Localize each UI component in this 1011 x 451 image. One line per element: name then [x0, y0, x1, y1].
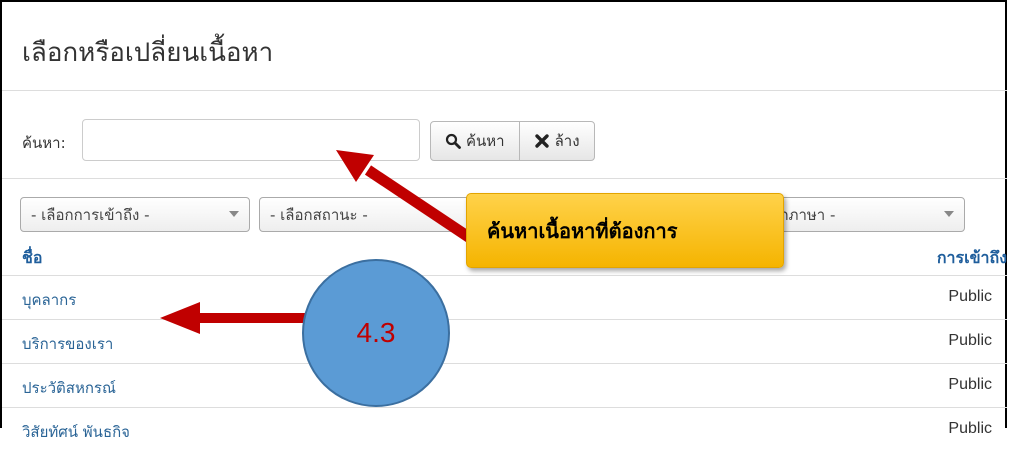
content-table: บุคลากร Public บริการของเรา Public ประวั…: [2, 275, 1007, 451]
article-link[interactable]: บริการของเรา: [22, 332, 113, 356]
search-button-label: ค้นหา: [466, 132, 505, 150]
access-value: Public: [948, 376, 992, 393]
close-icon: [534, 133, 550, 149]
search-icon: [445, 133, 461, 149]
step-number-label: 4.3: [356, 317, 396, 348]
status-filter-value: - เลือกสถานะ -: [270, 205, 368, 224]
status-filter-select[interactable]: - เลือกสถานะ -: [259, 197, 489, 232]
access-value: Public: [948, 288, 992, 305]
page-title: เลือกหรือเปลี่ยนเนื้อหา: [22, 38, 274, 68]
clear-button-label: ล้าง: [554, 132, 580, 150]
article-link[interactable]: ประวัติสหกรณ์: [22, 376, 116, 400]
table-row: บริการของเรา Public: [2, 319, 1007, 363]
title-divider: [2, 90, 1007, 91]
search-label: ค้นหา:: [22, 134, 66, 152]
article-link[interactable]: วิสัยทัศน์ พันธกิจ: [22, 420, 130, 444]
table-row: บุคลากร Public: [2, 275, 1007, 319]
chevron-down-icon: [944, 211, 954, 217]
column-header-access[interactable]: การเข้าถึง: [937, 246, 1007, 271]
access-filter-select[interactable]: - เลือกการเข้าถึง -: [20, 197, 250, 232]
callout-search-hint: ค้นหาเนื้อหาที่ต้องการ: [466, 193, 784, 268]
search-button[interactable]: ค้นหา: [431, 122, 519, 160]
article-link[interactable]: บุคลากร: [22, 288, 76, 312]
search-input[interactable]: [82, 119, 420, 161]
filter-divider: [2, 178, 1007, 179]
access-value: Public: [948, 332, 992, 349]
search-button-group: ค้นหา ล้าง: [430, 121, 595, 161]
callout-text: ค้นหาเนื้อหาที่ต้องการ: [487, 218, 678, 243]
chevron-down-icon: [229, 211, 239, 217]
access-filter-value: - เลือกการเข้าถึง -: [31, 205, 150, 224]
column-header-name[interactable]: ชื่อ: [22, 246, 42, 271]
table-row: วิสัยทัศน์ พันธกิจ Public: [2, 407, 1007, 451]
table-row: ประวัติสหกรณ์ Public: [2, 363, 1007, 407]
step-number-badge: 4.3: [302, 259, 450, 407]
access-value: Public: [948, 420, 992, 437]
clear-button[interactable]: ล้าง: [518, 122, 594, 160]
